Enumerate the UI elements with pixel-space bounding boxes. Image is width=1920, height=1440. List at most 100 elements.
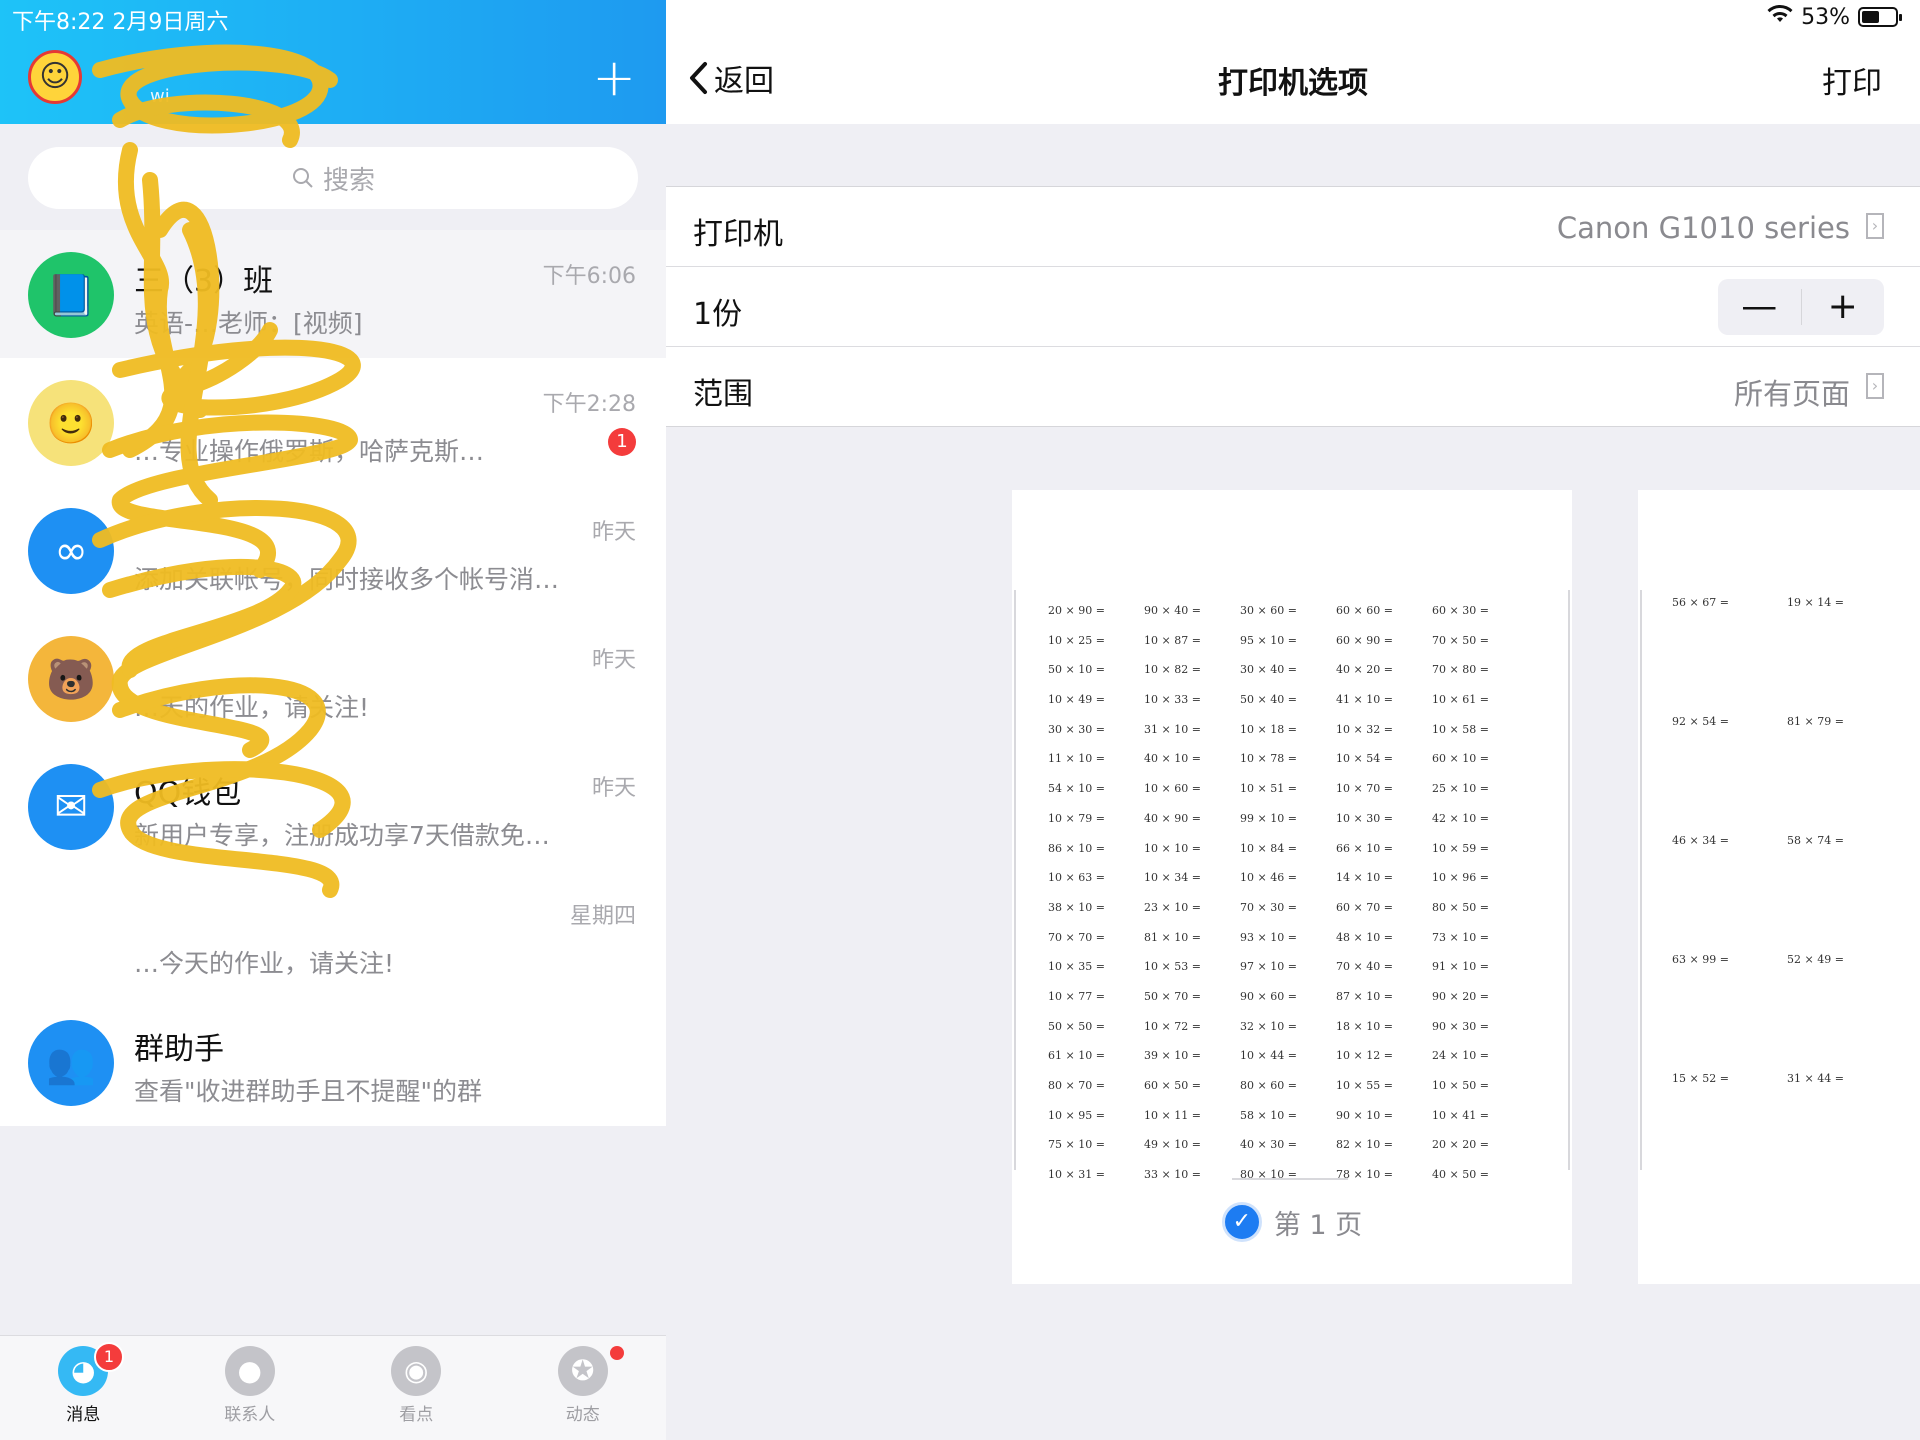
bear-icon: 🐻: [28, 636, 114, 722]
worksheet-problem: 30 × 40 =: [1240, 663, 1297, 677]
worksheet-problem: 11 × 10 =: [1048, 752, 1105, 766]
worksheet-problem: 40 × 50 =: [1432, 1168, 1489, 1182]
worksheet-problem: 10 × 87 =: [1144, 633, 1201, 647]
worksheet-grid: 20 × 90 = 90 × 40 = 30 × 60 = 60 × 60 = 60 ×…: [1048, 596, 1528, 1190]
worksheet-problem: 49 × 10 =: [1144, 1138, 1201, 1152]
decrement-button[interactable]: —: [1718, 279, 1801, 335]
bottom-tabbar: ◕ 消息 1 ● 联系人 ◉ 看点 ✪ 动态: [0, 1335, 666, 1440]
worksheet-problem: 20 × 20 =: [1432, 1138, 1489, 1152]
worksheet-problem: 10 × 25 =: [1048, 633, 1105, 647]
page-preview-1[interactable]: 20 × 90 = 90 × 40 = 30 × 60 = 60 × 60 = 60 ×…: [1012, 490, 1572, 1284]
chat-name: QQ钱包: [134, 776, 242, 811]
worksheet-problem: 31 × 10 =: [1144, 722, 1201, 736]
chat-preview: …天的作业，请关注!: [134, 693, 370, 722]
worksheet-problem: 10 × 53 =: [1144, 960, 1201, 974]
worksheet-problem: 50 × 50 =: [1048, 1019, 1105, 1033]
worksheet-problem: 70 × 80 =: [1432, 663, 1489, 677]
qq-chat-pane: ☺ wi + 搜索 📘 三（3）班 英语-…老师：[视频] 下午6:06 🙂 …专…: [0, 0, 666, 1440]
tab-planet[interactable]: ✪ 动态: [500, 1336, 667, 1440]
worksheet-problem: 91 × 10 =: [1432, 960, 1489, 974]
worksheet-problem: 86 × 10 =: [1048, 841, 1105, 855]
worksheet-problem: 10 × 60 =: [1144, 782, 1201, 796]
worksheet-problem: 10 × 82 =: [1144, 663, 1201, 677]
worksheet-problem: 10 × 61 =: [1432, 693, 1489, 707]
worksheet-problem: 14 × 10 =: [1336, 871, 1393, 885]
worksheet-problem: 39 × 10 =: [1144, 1049, 1201, 1063]
chevron-right-icon: ›: [1866, 373, 1884, 399]
worksheet-problem: 10 × 31 =: [1048, 1168, 1105, 1182]
chevron-right-icon: ›: [1866, 213, 1884, 239]
worksheet-problem: 75 × 10 =: [1048, 1138, 1105, 1152]
worksheet-problem: 81 × 79 =: [1787, 715, 1844, 728]
range-row[interactable]: 范围 所有页面 ›: [666, 347, 1920, 426]
print-button[interactable]: 打印: [1822, 58, 1882, 102]
worksheet-problem: 50 × 10 =: [1048, 663, 1105, 677]
add-button[interactable]: +: [592, 52, 636, 104]
worksheet-problem: 30 × 60 =: [1240, 604, 1297, 617]
chat-item[interactable]: 🙂 …专业操作俄罗斯，哈萨克斯… 下午2:28 1: [0, 358, 666, 486]
worksheet-problem: 95 × 10 =: [1240, 633, 1297, 647]
chat-list: 📘 三（3）班 英语-…老师：[视频] 下午6:06 🙂 …专业操作俄罗斯，哈萨克…: [0, 230, 666, 1126]
chat-item[interactable]: 🐻 …天的作业，请关注! 昨天: [0, 614, 666, 742]
worksheet-problem: 24 × 10 =: [1432, 1049, 1489, 1063]
chat-time: 下午6:06: [542, 264, 636, 289]
chat-item[interactable]: ✉ QQ钱包 新用户专享，注册成功享7天借款免息资格 昨天: [0, 742, 666, 870]
worksheet-problem: 70 × 70 =: [1048, 930, 1105, 944]
worksheet-problem: 52 × 49 =: [1787, 953, 1844, 966]
chat-item[interactable]: 🐱 …今天的作业，请关注! 星期四: [0, 870, 666, 998]
worksheet-problem: 50 × 40 =: [1240, 693, 1297, 707]
increment-button[interactable]: +: [1802, 279, 1885, 335]
book-icon: 📘: [28, 252, 114, 338]
preview-edge: [1568, 590, 1570, 1170]
worksheet-problem: 10 × 84 =: [1240, 841, 1297, 855]
worksheet-problem: 10 × 54 =: [1336, 752, 1393, 766]
worksheet-problem: 10 × 41 =: [1432, 1108, 1489, 1122]
worksheet-problem: 41 × 10 =: [1336, 693, 1393, 707]
tab-eye[interactable]: ◉ 看点: [333, 1336, 500, 1440]
chat-item[interactable]: 👥 群助手 查看"收进群助手且不提醒"的群: [0, 998, 666, 1126]
worksheet-problem: 10 × 35 =: [1048, 960, 1105, 974]
chat-time: 昨天: [591, 520, 636, 545]
worksheet-problem: 10 × 46 =: [1240, 871, 1297, 885]
chat-time: 昨天: [591, 648, 636, 673]
tab-messages[interactable]: ◕ 消息 1: [0, 1336, 167, 1440]
worksheet-problem: 92 × 54 =: [1672, 715, 1729, 728]
selection-line: [1232, 1178, 1348, 1180]
profile-status[interactable]: wi: [150, 86, 170, 107]
page-preview-2[interactable]: 56 × 67 = 19 × 14 = 92 × 54 = 81 × 79 = 46 ×…: [1638, 490, 1920, 1284]
tab-contacts[interactable]: ● 联系人: [167, 1336, 334, 1440]
chat-item[interactable]: 📘 三（3）班 英语-…老师：[视频] 下午6:06: [0, 230, 666, 358]
printer-options: 打印机 Canon G1010 series › 1份 — + 范围 所有页面 …: [666, 186, 1920, 427]
printer-value: Canon G1010 series: [1556, 211, 1850, 245]
worksheet-problem: 10 × 58 =: [1432, 722, 1489, 736]
profile-avatar[interactable]: ☺: [28, 50, 82, 104]
worksheet-problem: 10 × 95 =: [1048, 1108, 1105, 1122]
worksheet-problem: 80 × 60 =: [1240, 1079, 1297, 1092]
worksheet-problem: 19 × 14 =: [1787, 596, 1844, 609]
chat-preview: 新用户专享，注册成功享7天借款免息资格: [134, 821, 574, 850]
worksheet-problem: 60 × 60 =: [1336, 604, 1393, 617]
worksheet-problem: 66 × 10 =: [1336, 841, 1393, 855]
preview-edge: [1014, 590, 1016, 1170]
unread-badge: 1: [608, 428, 636, 456]
worksheet-problem: 10 × 44 =: [1240, 1049, 1297, 1063]
chat-item[interactable]: ∞ 添加关联帐号，同时接收多个帐号消息。 昨天: [0, 486, 666, 614]
chat-name: 三（3）班: [134, 264, 274, 299]
chat-preview: 添加关联帐号，同时接收多个帐号消息。: [134, 565, 574, 594]
page-select[interactable]: ✓ 第 1 页: [1012, 1202, 1572, 1242]
eye-icon: ◉: [391, 1346, 442, 1396]
printer-row[interactable]: 打印机 Canon G1010 series ›: [666, 187, 1920, 267]
worksheet-problem: 60 × 70 =: [1336, 900, 1393, 914]
printer-label: 打印机: [693, 217, 783, 252]
worksheet-problem: 10 × 70 =: [1336, 782, 1393, 796]
worksheet-problem: 30 × 30 =: [1048, 722, 1105, 736]
printer-options-pane: 返回 打印机选项 打印 打印机 Canon G1010 series › 1份 …: [666, 0, 1920, 1440]
chat-time: 星期四: [569, 904, 636, 929]
worksheet-problem: 10 × 59 =: [1432, 841, 1489, 855]
search-bar[interactable]: 搜索: [28, 147, 638, 209]
worksheet-problem: 25 × 10 =: [1432, 782, 1489, 796]
worksheet-grid: 56 × 67 = 19 × 14 = 92 × 54 = 81 × 79 = 46 ×…: [1672, 596, 1902, 1191]
chat-preview: …今天的作业，请关注!: [134, 949, 395, 978]
copies-label: 1份: [693, 297, 743, 332]
group-assistant-icon: 👥: [28, 1020, 114, 1106]
